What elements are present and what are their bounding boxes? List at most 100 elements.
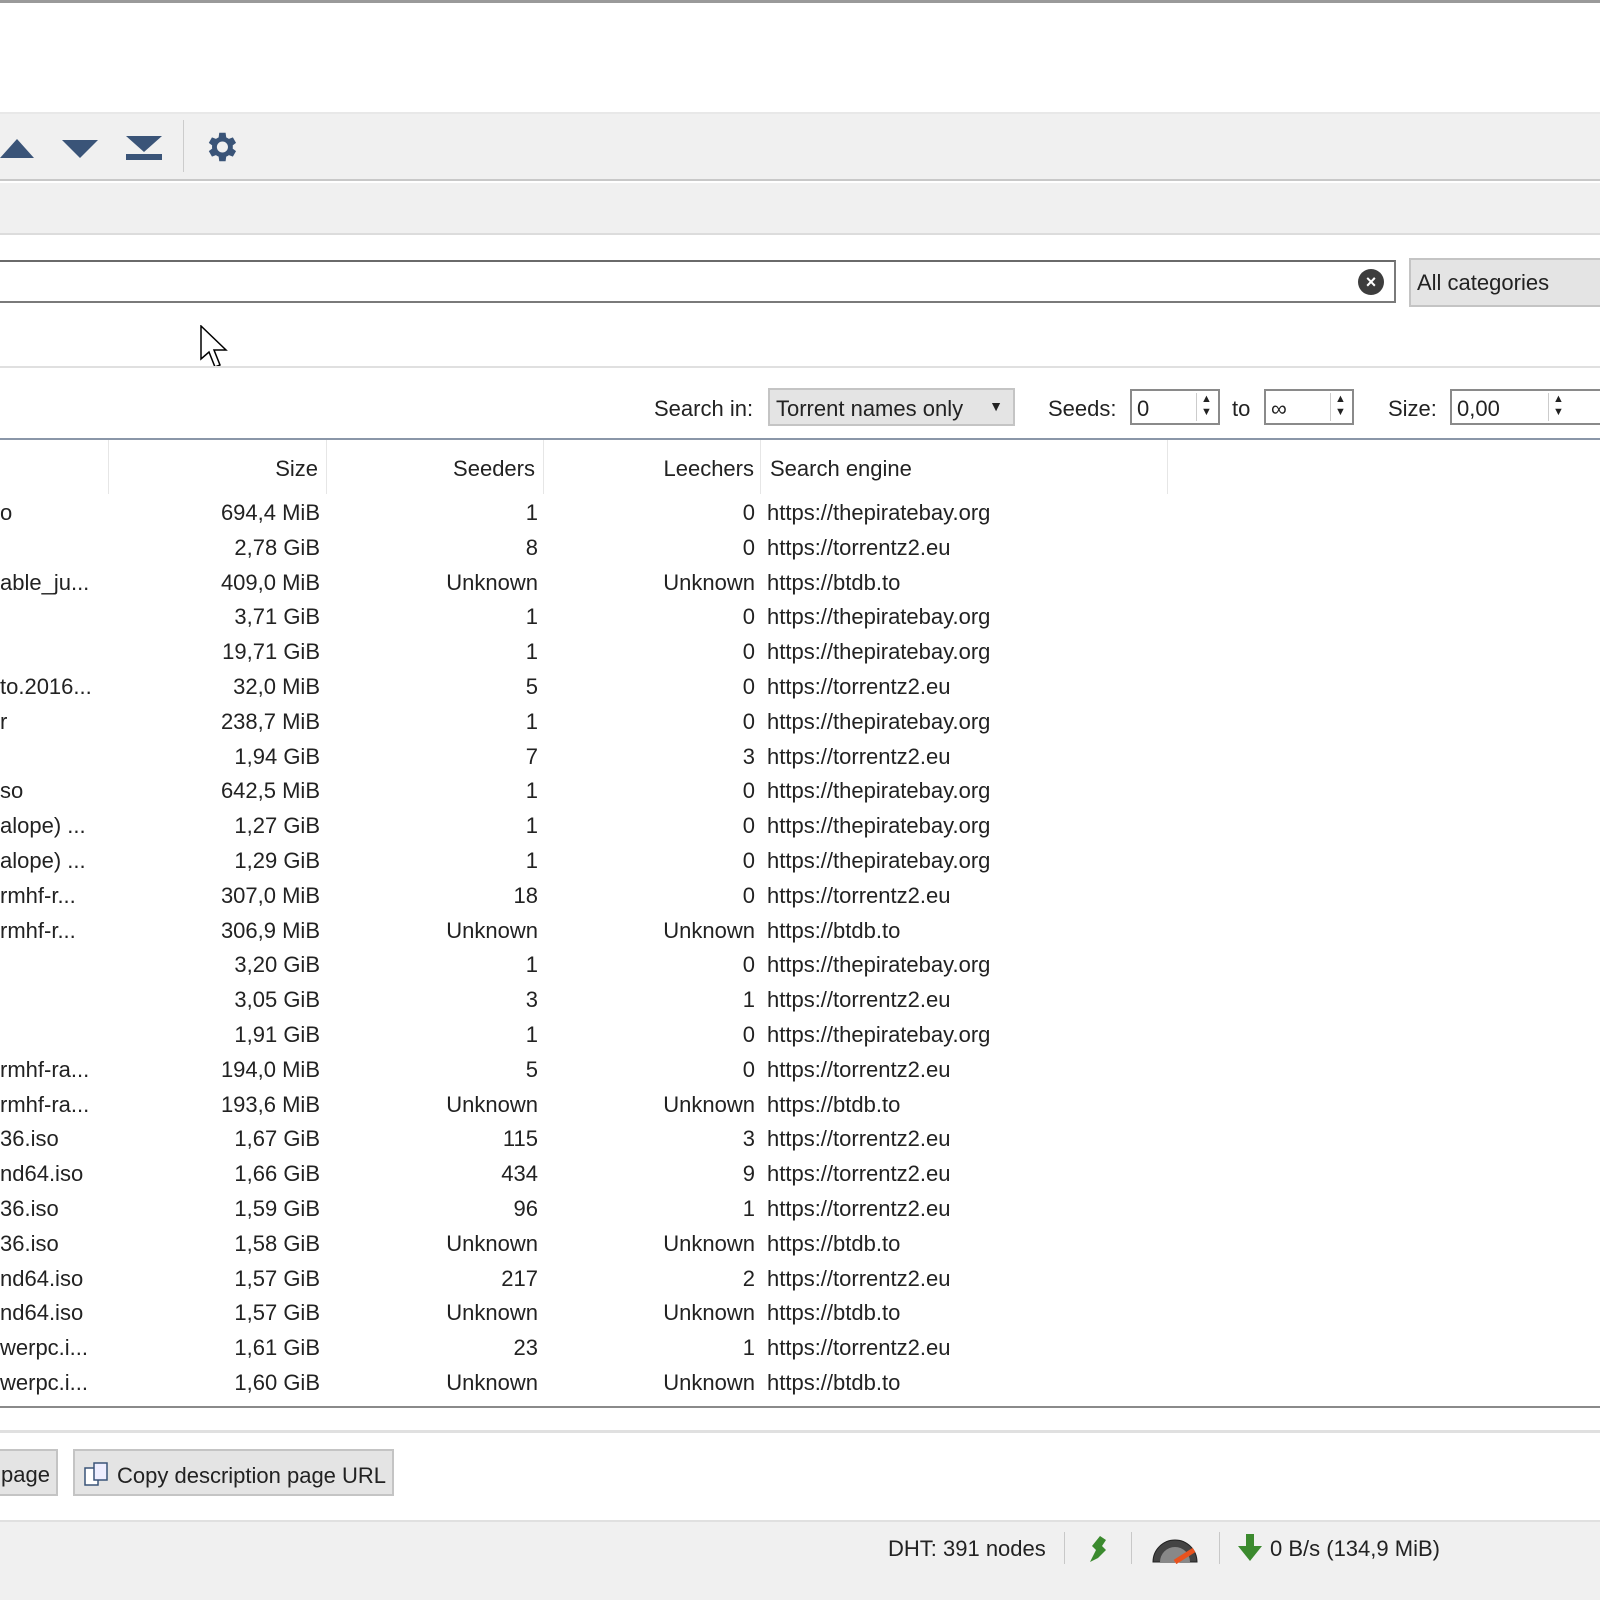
seeds-min-spinbox[interactable]: 0 ▲ ▼ [1130, 389, 1220, 425]
cell-size: 238,7 MiB [220, 708, 320, 734]
window-edge [0, 0, 1600, 3]
cell-seeders: 1 [525, 778, 538, 804]
move-bottom-icon[interactable] [126, 130, 164, 166]
move-down-icon[interactable] [62, 130, 98, 166]
table-row[interactable]: r 238,7 MiB 1 0 https://thepiratebay.org [0, 709, 1600, 744]
table-row[interactable]: nd64.iso 1,66 GiB 434 9 https://torrentz2.eu [0, 1161, 1600, 1196]
table-row[interactable]: werpc.i... 1,61 GiB 23 1 https://torrentz2.e… [0, 1335, 1600, 1370]
open-description-page-button[interactable]: page [0, 1449, 58, 1496]
cell-seeders: 1 [525, 848, 538, 873]
seeds-label: Seeds: [1048, 396, 1117, 421]
cell-leechers: 0 [742, 778, 755, 804]
cell-size: 1,67 GiB [234, 1126, 320, 1152]
tab-bar [0, 183, 1600, 235]
cell-search-engine: https://torrentz2.eu [767, 1161, 951, 1187]
cell-seeders: 7 [525, 743, 538, 769]
search-input[interactable] [0, 260, 1396, 303]
table-row[interactable]: rmhf-r... 306,9 MiB Unknown Unknown https://… [0, 918, 1600, 953]
category-value: All categories [1417, 270, 1550, 295]
cell-name: 36.iso [0, 1230, 59, 1256]
category-select[interactable]: All categories [1409, 258, 1600, 307]
table-row[interactable]: 36.iso 1,59 GiB 96 1 https://torrentz2.eu [0, 1196, 1600, 1231]
status-bar: DHT: 391 nodes 0 B/s (134,9 MiB) [0, 1520, 1600, 1600]
column-header-name[interactable] [0, 440, 109, 494]
to-label: to [1232, 396, 1251, 421]
cell-seeders: 1 [525, 639, 538, 665]
cell-seeders: 96 [513, 1196, 538, 1221]
table-row[interactable]: alope) ... 1,29 GiB 1 0 https://thepiratebay… [0, 848, 1600, 883]
table-row[interactable]: able_ju... 409,0 MiB Unknown Unknown https:/… [0, 570, 1600, 605]
table-row[interactable]: 36.iso 1,67 GiB 115 3 https://torrentz2.eu [0, 1126, 1600, 1161]
cell-seeders: 434 [501, 1161, 538, 1187]
divider [0, 1430, 1600, 1433]
toolbar [0, 112, 1600, 181]
column-header-search-engine[interactable]: Search engine [761, 440, 1168, 494]
column-header-size[interactable]: Size [109, 440, 327, 494]
table-row[interactable]: 1,94 GiB 7 3 https://torrentz2.eu [0, 744, 1600, 779]
header-label: Leechers [663, 456, 754, 481]
connection-status-icon[interactable] [1084, 1532, 1112, 1564]
cell-leechers: 9 [742, 1161, 755, 1187]
cell-seeders: 5 [525, 674, 538, 699]
cell-size: 3,20 GiB [234, 952, 320, 978]
clear-icon[interactable]: × [1358, 269, 1384, 295]
cell-leechers: Unknown [663, 1300, 755, 1326]
cell-leechers: 2 [742, 1265, 755, 1291]
header-label: Seeders [453, 456, 535, 481]
table-row[interactable]: rmhf-ra... 193,6 MiB Unknown Unknown https:/… [0, 1092, 1600, 1127]
cell-leechers: 0 [742, 1056, 755, 1082]
seeds-min-value: 0 [1137, 396, 1150, 421]
cell-leechers: 1 [742, 1335, 755, 1361]
table-row[interactable]: 3,71 GiB 1 0 https://thepiratebay.org [0, 604, 1600, 639]
copy-icon [84, 1462, 108, 1486]
cell-size: 1,91 GiB [234, 1022, 320, 1047]
table-row[interactable]: alope) ... 1,27 GiB 1 0 https://thepiratebay… [0, 813, 1600, 848]
cell-seeders: Unknown [446, 917, 538, 943]
copy-description-url-button[interactable]: Copy description page URL [73, 1449, 395, 1496]
cell-seeders: Unknown [446, 1091, 538, 1117]
spin-arrows-icon[interactable]: ▲ ▼ [1196, 393, 1216, 421]
table-row[interactable]: so 642,5 MiB 1 0 https://thepiratebay.org [0, 778, 1600, 813]
table-row[interactable]: rmhf-ra... 194,0 MiB 5 0 https://torrentz2.e… [0, 1057, 1600, 1092]
table-row[interactable]: nd64.iso 1,57 GiB 217 2 https://torrentz2.eu [0, 1266, 1600, 1301]
column-header-seeders[interactable]: Seeders [327, 440, 544, 494]
cell-seeders: 1 [525, 1022, 538, 1047]
cell-name: werpc.i... [0, 1335, 89, 1361]
table-row[interactable]: nd64.iso 1,57 GiB Unknown Unknown https://bt… [0, 1300, 1600, 1335]
cell-search-engine: https://thepiratebay.org [767, 813, 991, 839]
table-row[interactable]: werpc.i... 1,60 GiB Unknown Unknown https://… [0, 1370, 1600, 1405]
separator [1219, 1532, 1220, 1564]
table-row[interactable]: to.2016... 32,0 MiB 5 0 https://torrentz2.eu [0, 674, 1600, 709]
cell-seeders: Unknown [446, 1300, 538, 1326]
search-in-dropdown[interactable]: Torrent names only ▼ [768, 388, 1015, 426]
spin-arrows-icon[interactable]: ▲ ▼ [1330, 393, 1350, 421]
cell-name: alope) ... [0, 848, 86, 873]
cell-size: 1,57 GiB [234, 1300, 320, 1326]
spin-arrows-icon[interactable]: ▲ ▼ [1548, 393, 1568, 421]
cell-leechers: 0 [742, 500, 755, 525]
move-up-icon[interactable] [0, 130, 36, 166]
table-row[interactable]: 3,20 GiB 1 0 https://thepiratebay.org [0, 952, 1600, 987]
cell-size: 1,58 GiB [234, 1230, 320, 1256]
cell-seeders: Unknown [446, 569, 538, 595]
cell-size: 409,0 MiB [220, 569, 320, 595]
table-row[interactable]: 19,71 GiB 1 0 https://thepiratebay.org [0, 639, 1600, 674]
cell-name: nd64.iso [0, 1265, 84, 1291]
cell-size: 1,59 GiB [234, 1196, 320, 1221]
cell-size: 1,57 GiB [234, 1265, 320, 1291]
seeds-max-value: ∞ [1271, 396, 1287, 421]
cell-size: 193,6 MiB [220, 1091, 320, 1117]
cell-search-engine: https://btdb.to [767, 569, 901, 595]
table-row[interactable]: rmhf-r... 307,0 MiB 18 0 https://torrentz2.e… [0, 883, 1600, 918]
cell-leechers: Unknown [663, 1230, 755, 1256]
seeds-max-spinbox[interactable]: ∞ ▲ ▼ [1264, 389, 1354, 425]
column-header-leechers[interactable]: Leechers [544, 440, 761, 494]
speed-limit-icon[interactable] [1150, 1530, 1200, 1564]
size-min-spinbox[interactable]: 0,00 ▲ ▼ [1450, 389, 1600, 425]
table-row[interactable]: 36.iso 1,58 GiB Unknown Unknown https://btdb… [0, 1231, 1600, 1266]
gear-icon[interactable] [202, 128, 240, 166]
table-row[interactable]: 1,91 GiB 1 0 https://thepiratebay.org [0, 1022, 1600, 1057]
table-row[interactable]: o 694,4 MiB 1 0 https://thepiratebay.org [0, 500, 1600, 535]
table-row[interactable]: 3,05 GiB 3 1 https://torrentz2.eu [0, 987, 1600, 1022]
table-row[interactable]: 2,78 GiB 8 0 https://torrentz2.eu [0, 535, 1600, 570]
